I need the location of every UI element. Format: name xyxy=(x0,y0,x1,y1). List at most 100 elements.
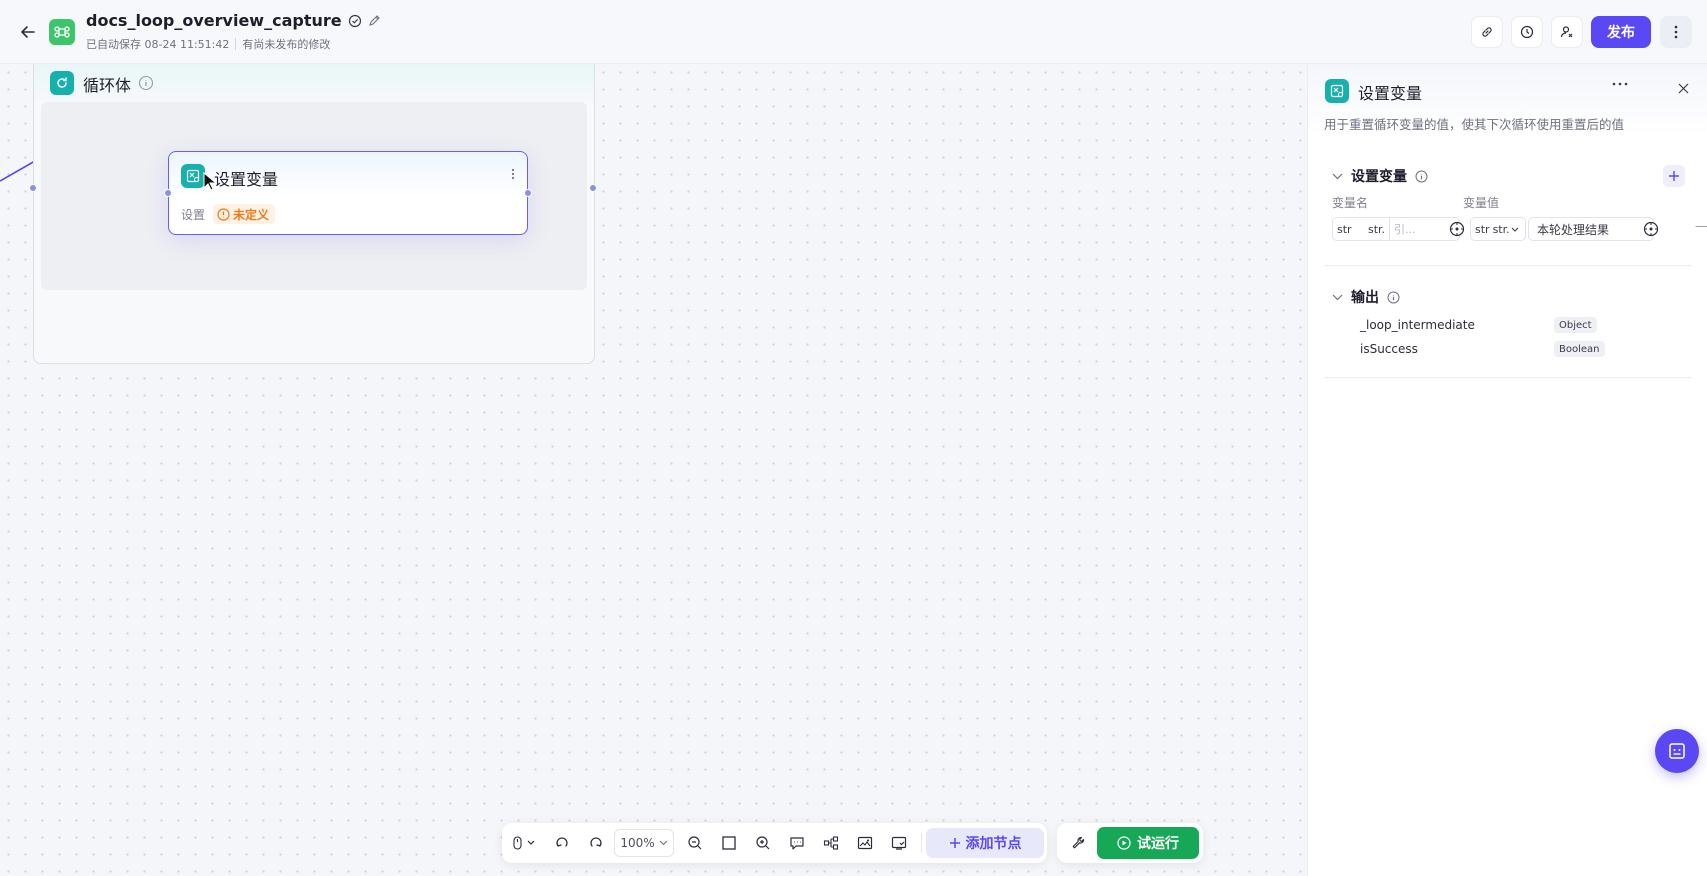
node-more-icon[interactable] xyxy=(511,168,515,180)
link-button[interactable] xyxy=(1471,16,1503,48)
robot-icon xyxy=(1669,743,1685,759)
square-icon xyxy=(722,836,736,850)
section-divider xyxy=(1324,377,1692,378)
publish-button[interactable]: 发布 xyxy=(1591,16,1651,48)
header-more-button[interactable] xyxy=(1660,16,1692,48)
workflow-canvas[interactable]: 循环体 设置变量 设置 未定义 xyxy=(0,64,1307,876)
node-input-port[interactable] xyxy=(164,189,172,197)
back-arrow-icon[interactable] xyxy=(16,20,40,44)
node-output-port[interactable] xyxy=(524,189,532,197)
name-type-tag: str xyxy=(1337,222,1352,236)
clock-icon xyxy=(1520,25,1534,39)
interaction-mode-button[interactable] xyxy=(508,831,542,855)
autosave-text: 已自动保存 08-24 11:51:42 xyxy=(86,38,230,51)
zoom-out-icon xyxy=(688,836,702,850)
variable-value-type-select[interactable]: str str. xyxy=(1470,217,1526,241)
info-icon xyxy=(1415,170,1428,182)
save-status: 已自动保存 08-24 11:51:42 有尚未发布的修改 xyxy=(86,36,330,52)
user-icon xyxy=(1560,26,1573,38)
output-section-header[interactable]: 输出 xyxy=(1332,287,1400,307)
undo-icon xyxy=(556,837,568,847)
mouse-cursor-icon xyxy=(203,172,218,191)
edit-pencil-icon[interactable] xyxy=(368,14,381,27)
comment-button[interactable] xyxy=(785,831,809,855)
assistant-fab-button[interactable] xyxy=(1655,729,1699,773)
variable-value-text: 本轮处理结果 xyxy=(1537,222,1610,237)
history-button[interactable] xyxy=(1511,16,1543,48)
zoom-value: 100% xyxy=(620,836,655,850)
variable-ref-icon[interactable] xyxy=(1449,221,1465,237)
redo-icon xyxy=(590,837,602,847)
set-variable-section-header[interactable]: 设置变量 xyxy=(1332,166,1428,186)
zoom-select[interactable]: 100% xyxy=(614,829,674,857)
app-logo-icon xyxy=(49,19,75,45)
output-section-title: 输出 xyxy=(1351,290,1379,306)
variable-value-input[interactable]: 本轮处理结果 xyxy=(1528,217,1654,241)
play-circle-icon xyxy=(1117,836,1131,850)
title-row: docs_loop_overview_capture xyxy=(86,11,381,30)
column-variable-name: 变量名 xyxy=(1332,196,1369,210)
chevron-down-icon xyxy=(659,840,668,846)
plus-icon xyxy=(949,838,960,848)
zoom-out-button[interactable] xyxy=(683,831,707,855)
column-variable-value: 变量值 xyxy=(1463,196,1500,210)
warning-text: 未定义 xyxy=(233,207,270,222)
collaborator-button[interactable] xyxy=(1551,16,1583,48)
close-icon[interactable] xyxy=(1678,83,1689,94)
redo-button[interactable] xyxy=(584,831,608,855)
check-circle-icon xyxy=(348,14,362,28)
variable-ref-icon[interactable] xyxy=(1643,221,1659,237)
unpublished-text: 有尚未发布的修改 xyxy=(242,38,331,51)
info-icon[interactable] xyxy=(138,75,154,91)
add-node-button[interactable]: 添加节点 xyxy=(926,828,1044,858)
node-config-panel: 设置变量 用于重置循环变量的值，使其下次循环使用重置后的值 设置变量 变量名 变… xyxy=(1307,64,1707,876)
auto-layout-button[interactable] xyxy=(819,831,843,855)
remove-variable-button[interactable]: — xyxy=(1695,219,1707,234)
toolbar-divider xyxy=(921,833,922,853)
workflow-title: docs_loop_overview_capture xyxy=(86,11,342,30)
add-variable-button[interactable] xyxy=(1663,165,1685,187)
layout-tree-icon xyxy=(823,836,839,850)
mouse-icon xyxy=(513,836,535,850)
horizontal-dots-icon[interactable] xyxy=(1612,82,1628,86)
set-variable-section-title: 设置变量 xyxy=(1351,169,1407,185)
chevron-down-icon xyxy=(1332,294,1343,300)
link-icon xyxy=(1482,27,1492,37)
loop-input-port[interactable] xyxy=(29,184,37,192)
output-type-badge: Object xyxy=(1554,317,1597,333)
fit-view-button[interactable] xyxy=(717,831,741,855)
test-run-button[interactable]: 试运行 xyxy=(1097,827,1199,859)
comment-icon xyxy=(790,837,804,850)
plus-icon xyxy=(1669,171,1679,181)
loop-title: 循环体 xyxy=(83,76,132,95)
zoom-in-button[interactable] xyxy=(751,831,775,855)
vertical-dots-icon xyxy=(1674,25,1678,39)
top-header: docs_loop_overview_capture 已自动保存 08-24 1… xyxy=(0,0,1707,64)
zoom-in-icon xyxy=(756,836,770,850)
undo-button[interactable] xyxy=(550,831,574,855)
warning-icon xyxy=(217,207,230,221)
variable-name-combo[interactable]: str str. 引... xyxy=(1332,217,1460,241)
run-toolbar: 试运行 xyxy=(1057,823,1203,863)
info-icon xyxy=(1387,291,1400,303)
screenshot-button[interactable] xyxy=(887,831,911,855)
name-reference-input[interactable]: 引... xyxy=(1390,221,1420,237)
chevron-down-icon xyxy=(1332,173,1343,179)
loop-refresh-icon xyxy=(50,71,74,95)
loop-output-port[interactable] xyxy=(589,184,597,192)
panel-title[interactable]: 设置变量 xyxy=(1358,80,1422,104)
loop-body-container[interactable]: 循环体 设置变量 设置 未定义 xyxy=(29,64,597,364)
debug-settings-button[interactable] xyxy=(1067,831,1091,855)
node-title: 设置变量 xyxy=(214,170,279,189)
wrench-icon xyxy=(1072,836,1085,849)
set-variable-icon xyxy=(181,164,205,188)
set-variable-node[interactable]: 设置变量 设置 未定义 xyxy=(164,151,532,235)
test-run-label: 试运行 xyxy=(1137,836,1179,852)
image-icon xyxy=(857,836,873,850)
subtitle-divider xyxy=(235,38,237,50)
add-node-label: 添加节点 xyxy=(965,836,1022,852)
minimap-button[interactable] xyxy=(853,831,877,855)
name-type-select[interactable]: str. xyxy=(1364,223,1389,236)
section-divider xyxy=(1324,265,1692,266)
panel-description: 用于重置循环变量的值，使其下次循环使用重置后的值 xyxy=(1324,117,1625,132)
